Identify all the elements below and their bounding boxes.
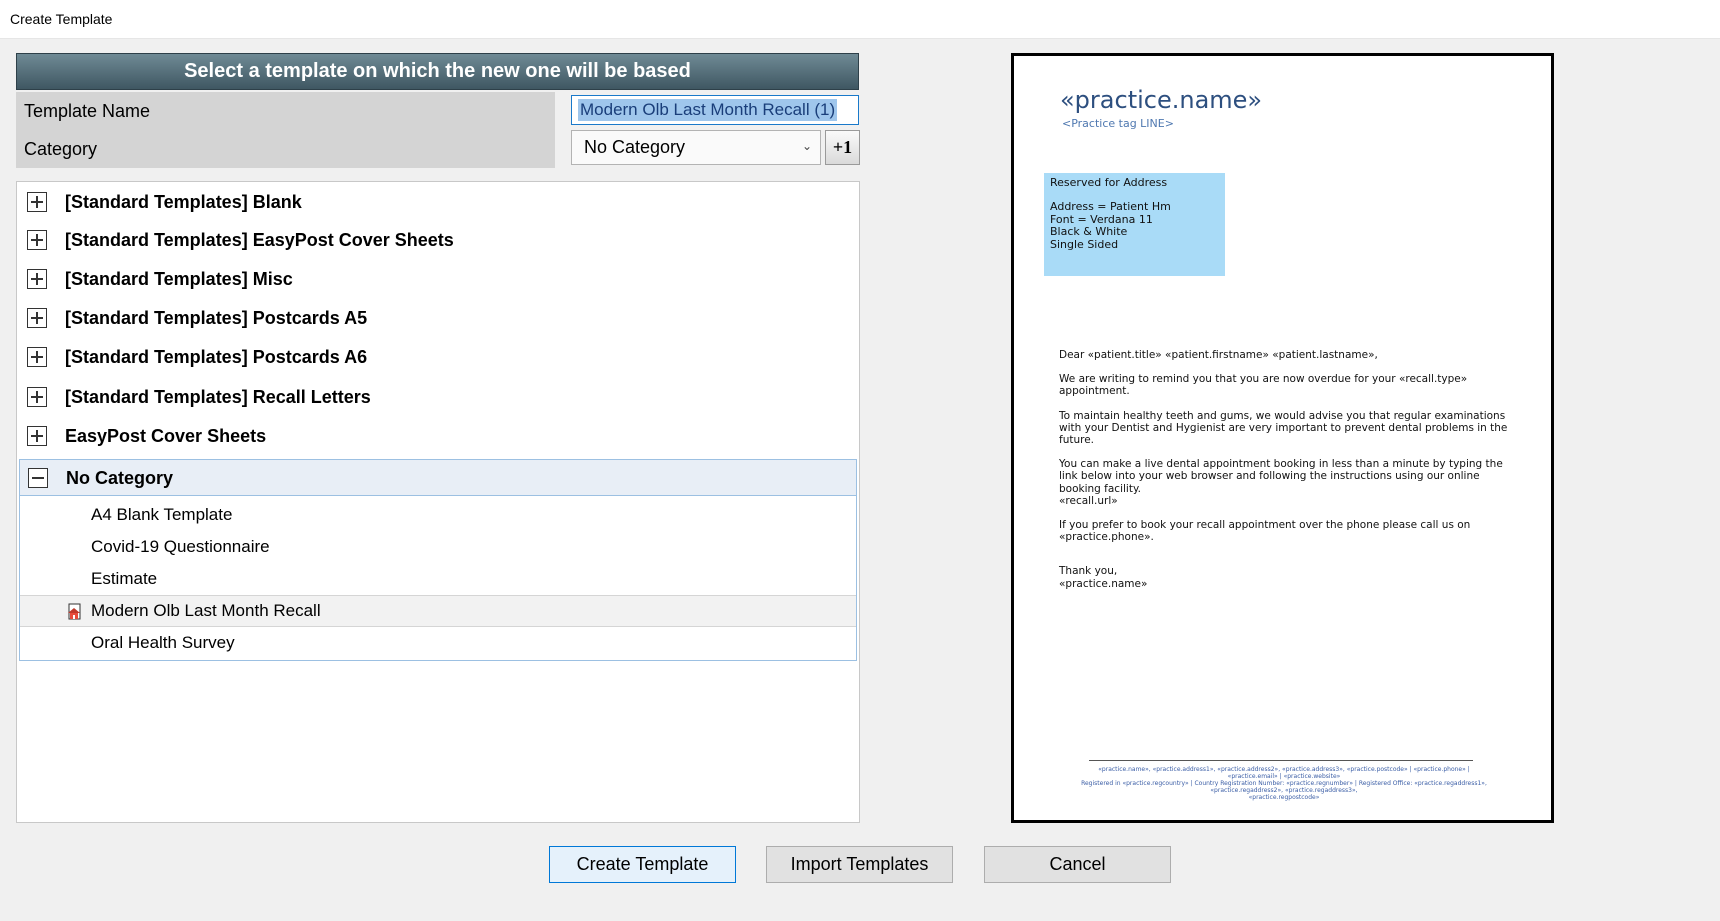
template-item[interactable]: Estimate [20,563,856,595]
tree-group-standard-postcards-a5[interactable]: [Standard Templates] Postcards A5 [21,300,855,336]
template-name-value: Modern Olb Last Month Recall (1) [578,99,838,121]
cancel-button[interactable]: Cancel [984,846,1171,883]
template-item[interactable]: Covid-19 Questionnaire [20,531,856,563]
collapse-minus-icon[interactable] [28,468,48,488]
tree-group-label: EasyPost Cover Sheets [65,425,267,446]
preview-practice-tag: <Practice tag LINE> [1062,117,1174,130]
category-select[interactable]: No Category ⌄ [571,130,821,165]
address-line: Reserved for Address [1050,176,1168,189]
letter-recall-url: «recall.url» [1059,494,1118,507]
footer-line: «practice.name», «practice.address1», «p… [1098,766,1470,773]
category-value: No Category [584,137,686,157]
template-item-label: Covid-19 Questionnaire [91,537,270,556]
preview-practice-name: «practice.name» [1060,86,1263,114]
footer-line: «practice.regpostcode» [1248,794,1320,801]
title-bar: Create Template [0,0,1720,39]
preview-letter-body: Dear «patient.title» «patient.firstname»… [1059,349,1519,590]
address-line: Single Sided [1050,237,1119,251]
expand-plus-icon[interactable] [27,308,47,328]
expand-plus-icon[interactable] [27,230,47,250]
template-preview: «practice.name» <Practice tag LINE> Rese… [1011,53,1554,823]
preview-address-box: Reserved for Address Address = Patient H… [1044,173,1225,276]
import-templates-button[interactable]: Import Templates [766,846,953,883]
preview-footer: «practice.name», «practice.address1», «p… [1044,766,1524,801]
add-category-button[interactable]: +1 [825,130,860,165]
address-line: Address = Patient Hm [1050,200,1171,214]
letter-paragraph: If you prefer to book your recall appoin… [1059,519,1471,544]
template-item-label: Modern Olb Last Month Recall [91,601,321,620]
template-item-label: A4 Blank Template [91,505,233,524]
tree-group-standard-easypost[interactable]: [Standard Templates] EasyPost Cover Shee… [21,222,855,258]
template-item[interactable]: A4 Blank Template [20,499,856,531]
letter-paragraph: We are writing to remind you that you ar… [1059,373,1468,398]
letter-signature: «practice.name» [1059,577,1148,590]
expand-plus-icon[interactable] [27,387,47,407]
template-item-selected[interactable]: Modern Olb Last Month Recall [20,595,856,627]
template-name-input[interactable]: Modern Olb Last Month Recall (1) [571,95,859,125]
document-house-icon [68,603,81,620]
tree-group-label: [Standard Templates] Postcards A6 [65,346,368,367]
letter-paragraph-text: You can make a live dental appointment b… [1059,458,1503,495]
tree-group-standard-postcards-a6[interactable]: [Standard Templates] Postcards A6 [21,339,855,375]
footer-line: Registered in «practice.regcountry» | Co… [1081,780,1487,794]
letter-paragraph: To maintain healthy teeth and gums, we w… [1059,409,1508,447]
tree-group-row[interactable]: No Category [22,460,856,496]
letter-closing: Thank you, [1059,565,1118,578]
address-line: Black & White [1050,225,1128,239]
tree-group-label: [Standard Templates] Postcards A5 [65,307,368,328]
tree-group-label: [Standard Templates] Misc [65,268,293,289]
tree-group-standard-blank[interactable]: [Standard Templates] Blank [21,184,855,220]
template-item-label: Oral Health Survey [91,633,235,652]
create-template-button[interactable]: Create Template [549,846,736,883]
tree-group-label: No Category [66,467,174,488]
window-title: Create Template [10,11,113,27]
template-selection-header: Select a template on which the new one w… [16,53,859,90]
expand-plus-icon[interactable] [27,192,47,212]
tree-group-standard-misc[interactable]: [Standard Templates] Misc [21,261,855,297]
expand-plus-icon[interactable] [27,347,47,367]
tree-group-easypost-cover-sheets[interactable]: EasyPost Cover Sheets [21,418,855,454]
expand-plus-icon[interactable] [27,426,47,446]
tree-group-label: [Standard Templates] Blank [65,191,302,212]
template-item[interactable]: Oral Health Survey [20,627,856,659]
letter-paragraph: You can make a live dental appointment b… [1059,458,1519,507]
template-name-label: Template Name [16,92,555,130]
chevron-down-icon: ⌄ [801,139,812,153]
tree-group-standard-recall-letters[interactable]: [Standard Templates] Recall Letters [21,379,855,415]
tree-group-no-category-header[interactable]: No Category [20,460,856,496]
letter-greeting: Dear «patient.title» «patient.firstname»… [1059,349,1378,361]
tree-group-label: [Standard Templates] Recall Letters [65,386,371,407]
template-item-label: Estimate [91,569,158,588]
category-label: Category [16,130,555,168]
tree-group-label: [Standard Templates] EasyPost Cover Shee… [65,229,454,250]
template-tree: [Standard Templates] Blank [Standard Tem… [16,181,860,823]
tree-group-no-category: No Category A4 Blank Template Covid-19 Q… [19,459,857,661]
expand-plus-icon[interactable] [27,269,47,289]
footer-line: «practice.email» | «practice.website» [1227,773,1341,780]
footer-divider [1089,760,1473,761]
